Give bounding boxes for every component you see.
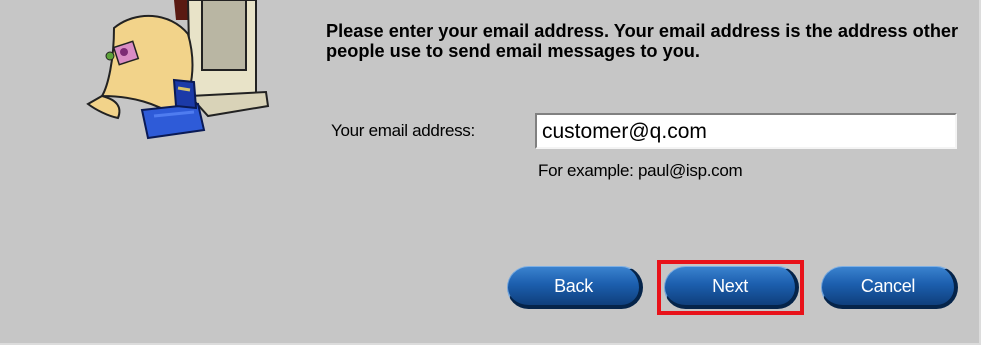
next-button[interactable]: Next bbox=[664, 266, 799, 309]
email-example-text: For example: paul@isp.com bbox=[538, 161, 743, 180]
email-input[interactable] bbox=[535, 113, 957, 149]
back-button[interactable]: Back bbox=[507, 266, 643, 309]
wizard-panel: Please enter your email address. Your em… bbox=[0, 0, 981, 345]
cancel-button[interactable]: Cancel bbox=[821, 266, 958, 309]
intro-text: Please enter your email address. Your em… bbox=[326, 21, 959, 61]
computer-mail-illustration-icon bbox=[86, 0, 270, 140]
email-label: Your email address: bbox=[331, 121, 475, 140]
